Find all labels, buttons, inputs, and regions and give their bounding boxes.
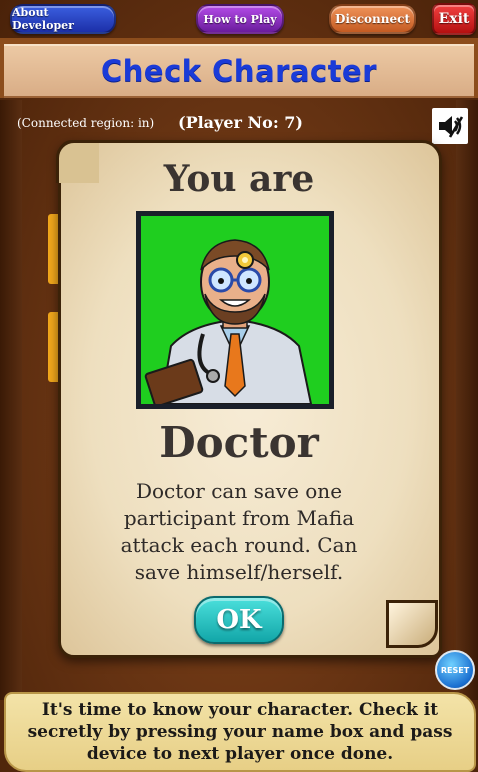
- page-title: Check Character: [100, 54, 378, 88]
- connected-region-label: (Connected region: in): [17, 116, 155, 130]
- about-developer-button[interactable]: About Developer: [10, 4, 116, 34]
- how-to-play-button[interactable]: How to Play: [196, 4, 284, 34]
- speaker-muted-icon[interactable]: [432, 108, 468, 144]
- disconnect-button[interactable]: Disconnect: [329, 4, 416, 34]
- scroll-curl: [386, 600, 438, 648]
- exit-button[interactable]: Exit: [432, 3, 476, 35]
- player-number-label: (Player No: 7): [178, 113, 303, 132]
- ok-button[interactable]: OK: [194, 596, 284, 644]
- doctor-portrait-icon: [141, 216, 329, 404]
- header-band: Check Character: [4, 44, 474, 98]
- role-name: Doctor: [159, 418, 319, 467]
- reset-button[interactable]: RESET: [435, 650, 475, 690]
- card-heading: You are: [163, 158, 315, 200]
- instruction-text: It's time to know your character. Check …: [27, 700, 453, 764]
- instruction-banner: It's time to know your character. Check …: [4, 692, 476, 772]
- role-portrait: [136, 211, 334, 409]
- role-description: Doctor can save one participant from Maf…: [120, 479, 358, 584]
